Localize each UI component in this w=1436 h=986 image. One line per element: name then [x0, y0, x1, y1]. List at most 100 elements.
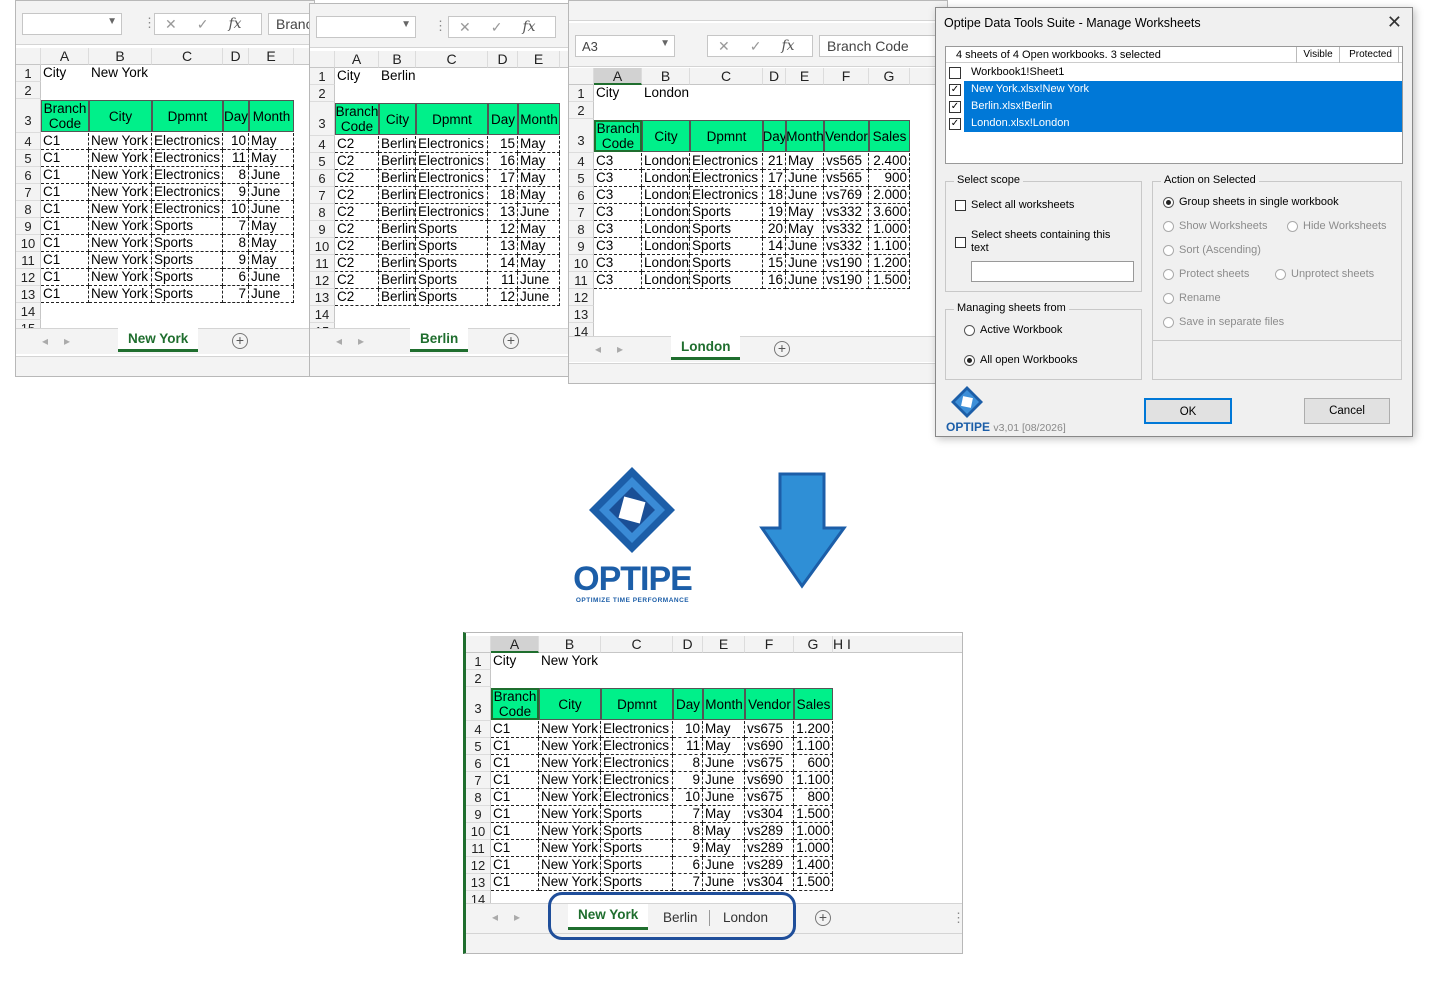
row-header[interactable]: 8: [569, 221, 594, 238]
table-cell[interactable]: Electronics: [690, 187, 763, 204]
confirm-icon[interactable]: ✓: [491, 19, 503, 36]
table-cell[interactable]: Electronics: [601, 721, 673, 738]
table-cell[interactable]: C2: [335, 238, 379, 255]
row-header[interactable]: 7: [466, 772, 491, 789]
table-cell[interactable]: Sports: [416, 255, 488, 272]
table-cell[interactable]: C3: [594, 221, 642, 238]
table-cell[interactable]: May: [703, 738, 745, 755]
row-header[interactable]: 2: [16, 82, 41, 99]
table-cell[interactable]: C2: [335, 170, 379, 187]
row-header[interactable]: 13: [16, 286, 41, 303]
fx-icon[interactable]: fx: [522, 19, 535, 35]
table-cell[interactable]: May: [249, 150, 294, 167]
table-cell[interactable]: Sports: [601, 840, 673, 857]
table-cell[interactable]: June: [786, 187, 824, 204]
row-header[interactable]: 14: [310, 306, 335, 323]
row-header[interactable]: 3: [466, 687, 491, 721]
table-cell[interactable]: C1: [41, 133, 89, 150]
table-header-cell[interactable]: Dpmnt: [601, 688, 673, 720]
table-cell[interactable]: London: [642, 272, 690, 289]
table-cell[interactable]: C1: [491, 840, 539, 857]
table-cell[interactable]: Berlin: [379, 221, 416, 238]
city-label[interactable]: City: [594, 85, 642, 102]
select-all-corner[interactable]: [569, 68, 594, 85]
table-cell[interactable]: New York: [539, 789, 601, 806]
column-header[interactable]: C: [601, 636, 673, 653]
table-cell[interactable]: C1: [491, 738, 539, 755]
table-cell[interactable]: New York: [539, 874, 601, 891]
table-header-cell[interactable]: Dpmnt: [416, 103, 488, 135]
radio-hide-worksheets[interactable]: Hide Worksheets: [1287, 220, 1387, 232]
column-header[interactable]: B: [642, 68, 690, 85]
table-cell[interactable]: C2: [335, 204, 379, 221]
radio-sort[interactable]: Sort (Ascending): [1163, 244, 1261, 256]
row-header[interactable]: 10: [569, 255, 594, 272]
table-cell[interactable]: 1.000: [869, 221, 910, 238]
row-header[interactable]: 3: [569, 119, 594, 153]
table-cell[interactable]: June: [518, 272, 560, 289]
table-cell[interactable]: 15: [763, 255, 786, 272]
table-cell[interactable]: C1: [41, 184, 89, 201]
table-cell[interactable]: May: [786, 153, 824, 170]
row-header[interactable]: 2: [466, 670, 491, 687]
table-header-cell[interactable]: City: [379, 103, 416, 135]
table-header-cell[interactable]: City: [539, 688, 601, 720]
worksheet-list-item[interactable]: ✓ Berlin.xlsx!Berlin: [946, 98, 1402, 115]
table-cell[interactable]: Electronics: [601, 789, 673, 806]
table-cell[interactable]: vs332: [824, 238, 869, 255]
table-cell[interactable]: Electronics: [690, 170, 763, 187]
table-cell[interactable]: Electronics: [690, 153, 763, 170]
table-cell[interactable]: May: [249, 218, 294, 235]
radio-group-sheets[interactable]: Group sheets in single workbook: [1163, 196, 1339, 208]
row-header[interactable]: 13: [466, 874, 491, 891]
table-cell[interactable]: Berlin: [379, 238, 416, 255]
table-cell[interactable]: June: [518, 289, 560, 306]
table-header-cell[interactable]: Day: [488, 103, 518, 135]
worksheet-grid[interactable]: ABCDEFG H I 1 2 3 4 5 6 7 8 9 10 11 12 13 14 City New Yo…: [466, 636, 962, 908]
table-cell[interactable]: 19: [763, 204, 786, 221]
row-header[interactable]: 2: [569, 102, 594, 119]
table-cell[interactable]: 10: [223, 201, 249, 218]
table-cell[interactable]: 1.500: [869, 272, 910, 289]
table-header-cell[interactable]: City: [89, 100, 152, 132]
row-header[interactable]: 7: [310, 187, 335, 204]
radio-active-workbook[interactable]: Active Workbook: [964, 324, 1062, 336]
table-cell[interactable]: June: [249, 167, 294, 184]
table-cell[interactable]: Sports: [152, 235, 223, 252]
table-cell[interactable]: New York: [539, 840, 601, 857]
table-cell[interactable]: New York: [539, 772, 601, 789]
chevron-down-icon[interactable]: ▼: [107, 16, 117, 27]
table-cell[interactable]: Electronics: [601, 755, 673, 772]
table-cell[interactable]: vs289: [745, 823, 794, 840]
table-cell[interactable]: vs675: [745, 721, 794, 738]
table-cell[interactable]: 10: [673, 721, 703, 738]
tab-scroll-arrows[interactable]: ◂▸: [595, 342, 639, 356]
table-cell[interactable]: vs565: [824, 153, 869, 170]
table-cell[interactable]: 600: [794, 755, 833, 772]
table-cell[interactable]: 8: [673, 755, 703, 772]
row-header[interactable]: 5: [16, 150, 41, 167]
select-all-corner[interactable]: [16, 48, 41, 65]
table-cell[interactable]: C3: [594, 255, 642, 272]
table-cell[interactable]: June: [703, 755, 745, 772]
table-cell[interactable]: May: [249, 252, 294, 269]
column-header[interactable]: A: [491, 636, 539, 653]
table-header-cell[interactable]: Day: [673, 688, 703, 720]
name-box[interactable]: A3 ▼: [575, 35, 675, 57]
add-sheet-icon[interactable]: +: [503, 333, 519, 349]
table-header-cell[interactable]: Month: [703, 688, 745, 720]
table-cell[interactable]: Berlin: [379, 153, 416, 170]
column-header[interactable]: D: [223, 48, 249, 65]
table-header-cell[interactable]: Branch Code: [335, 103, 379, 135]
tab-berlin[interactable]: Berlin: [410, 328, 469, 352]
table-cell[interactable]: C2: [335, 289, 379, 306]
tab-scroll-arrows[interactable]: ◂▸: [492, 910, 536, 924]
table-cell[interactable]: 1.000: [794, 823, 833, 840]
table-cell[interactable]: June: [249, 184, 294, 201]
table-cell[interactable]: 11: [673, 738, 703, 755]
row-header[interactable]: 9: [466, 806, 491, 823]
column-header[interactable]: B: [539, 636, 601, 653]
table-cell[interactable]: C1: [41, 235, 89, 252]
column-protected[interactable]: Protected: [1343, 47, 1399, 63]
row-header[interactable]: 6: [310, 170, 335, 187]
